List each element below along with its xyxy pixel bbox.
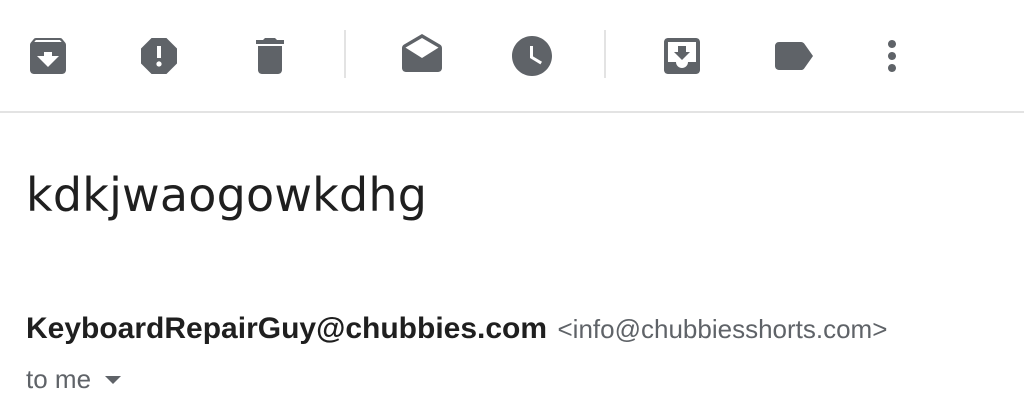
sender-info: KeyboardRepairGuy@chubbies.com <info@chu… [26, 312, 887, 346]
more-vert-icon [888, 40, 896, 72]
sender-name[interactable]: KeyboardRepairGuy@chubbies.com [26, 312, 547, 345]
recipients-label: to me [26, 364, 92, 394]
report-spam-button[interactable] [131, 28, 187, 84]
toolbar-divider [0, 111, 1024, 113]
snooze-button[interactable] [504, 28, 560, 84]
message-toolbar [0, 0, 1024, 113]
toolbar-separator [344, 30, 346, 78]
move-to-inbox-button[interactable] [654, 28, 710, 84]
more-options-button[interactable] [864, 28, 920, 84]
message-subject: kdkjwaogowkdhg [26, 168, 428, 222]
label-icon [775, 42, 813, 70]
recipients-dropdown[interactable]: to me [26, 364, 122, 395]
mark-unread-icon [402, 34, 442, 72]
move-to-inbox-icon [664, 38, 700, 74]
delete-button[interactable] [242, 28, 298, 84]
report-spam-icon [141, 38, 177, 74]
delete-icon [256, 38, 284, 74]
archive-button[interactable] [20, 28, 76, 84]
archive-icon [30, 38, 66, 74]
label-button[interactable] [765, 28, 821, 84]
sender-email: <info@chubbiesshorts.com> [557, 314, 888, 344]
caret-down-icon[interactable] [105, 375, 122, 384]
toolbar-separator [604, 30, 606, 78]
mark-as-unread-button[interactable] [394, 28, 450, 84]
snooze-icon [512, 36, 552, 76]
